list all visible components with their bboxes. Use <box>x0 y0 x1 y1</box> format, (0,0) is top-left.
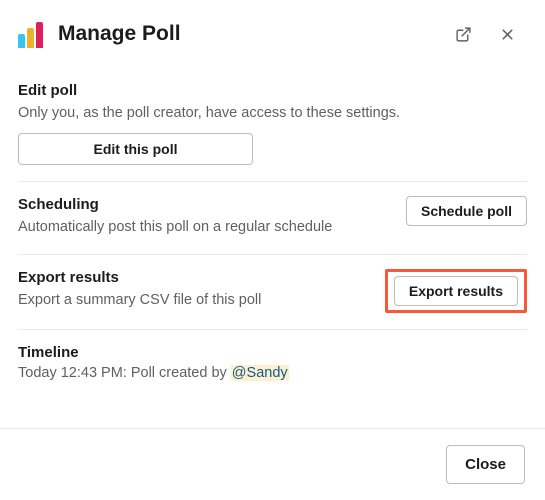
export-results-button[interactable]: Export results <box>394 276 518 306</box>
close-button[interactable]: Close <box>446 445 525 484</box>
schedule-poll-button[interactable]: Schedule poll <box>406 196 527 226</box>
scheduling-desc: Automatically post this poll on a regula… <box>18 217 396 237</box>
timeline-entry-text: Today 12:43 PM: Poll created by <box>18 365 231 381</box>
user-mention[interactable]: @Sandy <box>231 365 289 381</box>
edit-poll-desc: Only you, as the poll creator, have acce… <box>18 103 527 123</box>
modal-header: Manage Poll <box>0 0 545 68</box>
timeline-title: Timeline <box>18 344 527 361</box>
timeline-section: Timeline Today 12:43 PM: Poll created by… <box>18 329 527 397</box>
close-modal-button[interactable] <box>491 18 523 50</box>
modal-title: Manage Poll <box>58 22 435 46</box>
export-title: Export results <box>18 269 375 286</box>
external-link-icon <box>455 26 472 43</box>
close-icon <box>499 26 516 43</box>
edit-this-poll-button[interactable]: Edit this poll <box>18 133 253 165</box>
poll-app-icon <box>18 20 46 48</box>
edit-poll-title: Edit poll <box>18 82 527 99</box>
export-desc: Export a summary CSV file of this poll <box>18 290 375 310</box>
export-section: Export results Export a summary CSV file… <box>18 254 527 329</box>
manage-poll-modal: Manage Poll Edit poll Only you, as the p… <box>0 0 545 397</box>
scheduling-title: Scheduling <box>18 196 396 213</box>
modal-content: Edit poll Only you, as the poll creator,… <box>0 68 545 397</box>
modal-footer: Close <box>0 428 545 500</box>
scheduling-section: Scheduling Automatically post this poll … <box>18 181 527 253</box>
edit-poll-section: Edit poll Only you, as the poll creator,… <box>18 68 527 181</box>
open-external-button[interactable] <box>447 18 479 50</box>
export-highlight-frame: Export results <box>385 269 527 313</box>
timeline-entry: Today 12:43 PM: Poll created by @Sandy <box>18 365 527 381</box>
